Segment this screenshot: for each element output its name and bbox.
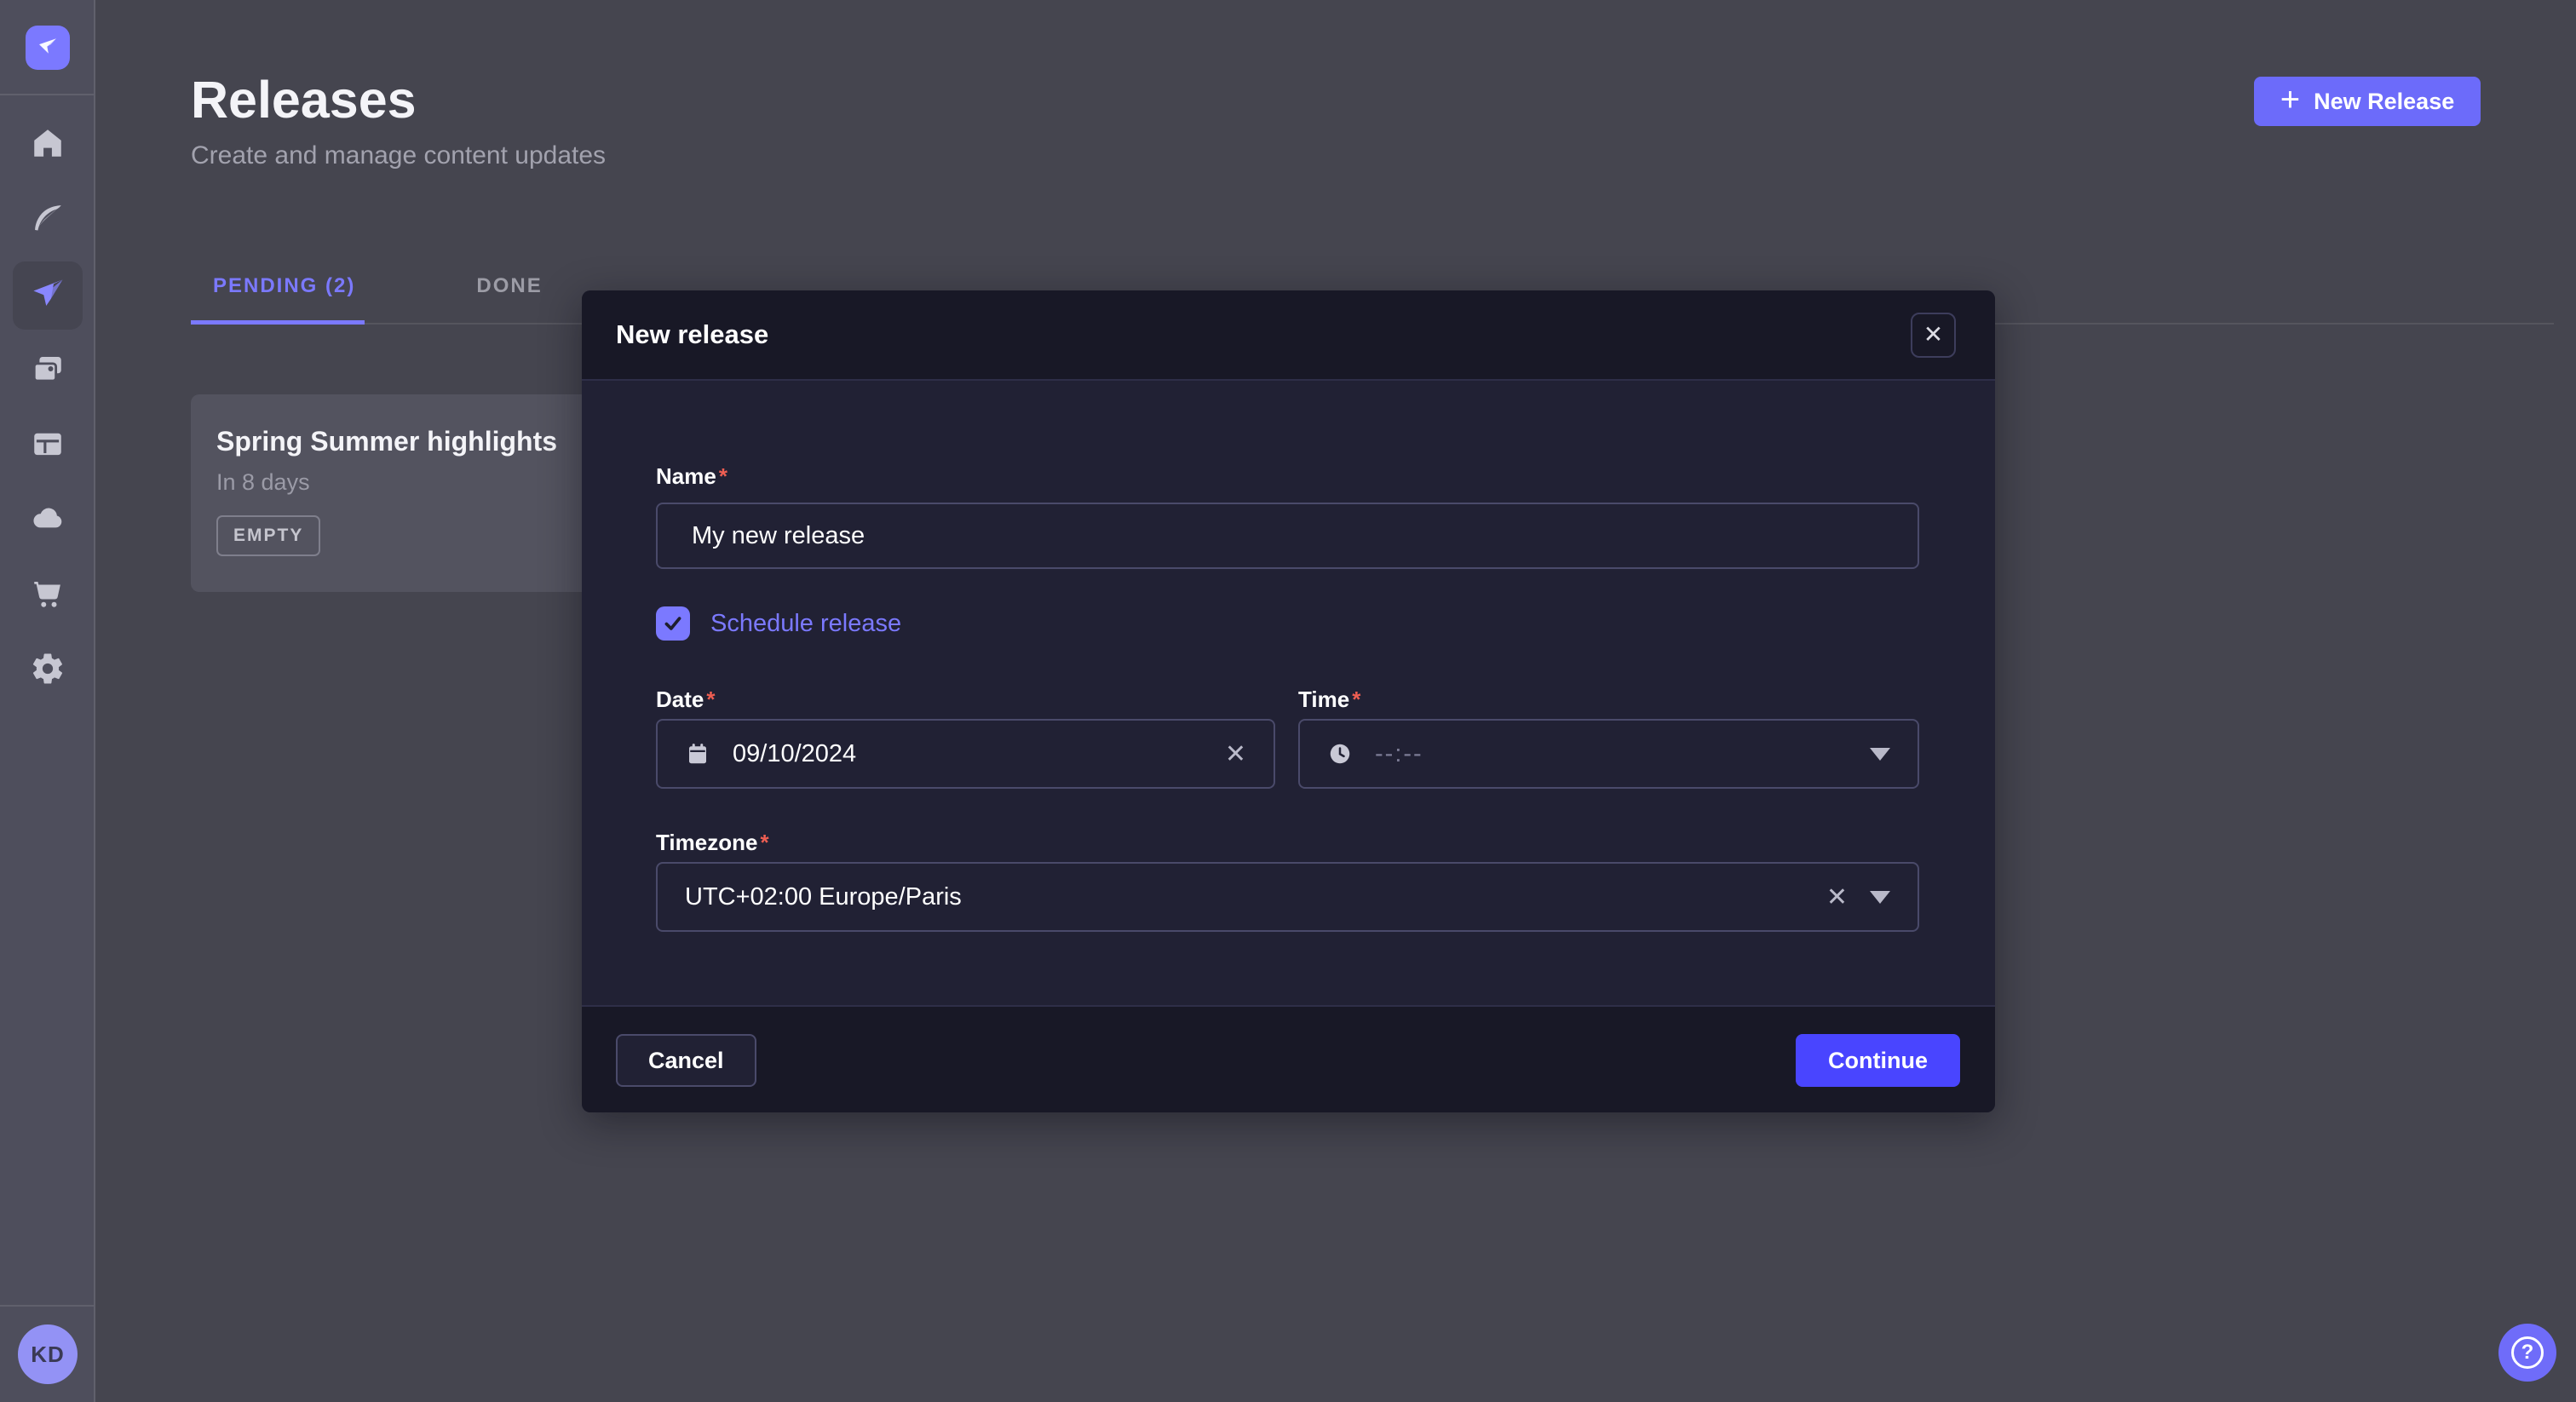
sidebar-item-releases[interactable] [13,261,83,330]
time-placeholder: --:-- [1375,740,1423,768]
cloud-icon [30,500,66,540]
required-asterisk: * [719,463,727,489]
new-release-button-label: New Release [2314,89,2454,115]
sidebar: KD [0,0,95,1402]
sidebar-divider [0,94,95,95]
date-field[interactable]: 09/10/2024 ✕ [656,719,1275,789]
layout-icon [30,426,66,466]
chevron-down-icon[interactable] [1870,748,1890,761]
tab-pending[interactable]: PENDING (2) [191,264,377,320]
sidebar-item-content-builder[interactable] [0,186,95,254]
tab-done[interactable]: DONE [454,264,564,320]
time-label: Time* [1298,687,1360,713]
release-card-meta: In 8 days [216,469,310,496]
help-button[interactable]: ? [2498,1324,2556,1382]
app-logo[interactable] [26,26,70,70]
cancel-button[interactable]: Cancel [616,1034,756,1087]
release-card-title: Spring Summer highlights [216,426,625,457]
sidebar-item-cloud[interactable] [0,486,95,554]
timezone-field[interactable]: UTC+02:00 Europe/Paris ✕ [656,862,1919,932]
avatar[interactable]: KD [18,1324,78,1384]
sidebar-item-home[interactable] [0,111,95,179]
calendar-icon [685,741,710,767]
required-asterisk: * [760,830,768,855]
new-release-button[interactable]: + New Release [2254,77,2481,126]
required-asterisk: * [1352,687,1360,712]
active-tab-underline [191,320,365,325]
sidebar-item-content-manager[interactable] [0,411,95,480]
clear-date-icon[interactable]: ✕ [1225,739,1246,769]
tab-bar: PENDING (2) DONE [191,264,565,320]
gear-icon [30,651,66,691]
media-library-icon [30,351,66,391]
chevron-down-icon[interactable] [1870,891,1890,904]
clear-timezone-icon[interactable]: ✕ [1826,882,1848,912]
home-icon [30,125,66,165]
question-mark-icon: ? [2511,1336,2544,1369]
checkbox-checked-icon [656,606,690,641]
schedule-release-label: Schedule release [710,610,901,638]
sidebar-item-media-library[interactable] [0,336,95,405]
plus-icon: + [2280,83,2300,117]
release-card-status-badge: EMPTY [216,515,320,556]
modal-footer: Cancel Continue [582,1005,1995,1112]
page-subtitle: Create and manage content updates [191,141,606,170]
modal-title: New release [616,319,768,350]
timezone-label: Timezone* [656,830,769,856]
sidebar-divider [0,1305,95,1307]
cart-icon [30,576,66,616]
continue-button[interactable]: Continue [1796,1034,1960,1087]
date-label: Date* [656,687,715,713]
sidebar-item-settings[interactable] [0,636,95,704]
page-title: Releases [191,70,417,129]
feather-icon [30,200,66,240]
close-icon[interactable]: ✕ [1911,313,1956,358]
new-release-modal: New release ✕ Name* Schedule release Dat… [582,290,1995,1112]
timezone-value: UTC+02:00 Europe/Paris [685,883,962,911]
schedule-release-checkbox[interactable]: Schedule release [656,606,901,641]
paper-plane-icon [30,276,66,316]
modal-header: New release ✕ [582,290,1995,381]
clock-icon [1327,741,1353,767]
name-label: Name* [656,463,727,490]
required-asterisk: * [706,687,715,712]
release-card[interactable]: Spring Summer highlights In 8 days EMPTY [191,394,634,592]
strapi-logo-icon [35,33,60,63]
sidebar-item-marketplace[interactable] [0,561,95,629]
time-field[interactable]: --:-- [1298,719,1919,789]
name-field[interactable] [656,503,1919,569]
date-value: 09/10/2024 [733,740,856,768]
